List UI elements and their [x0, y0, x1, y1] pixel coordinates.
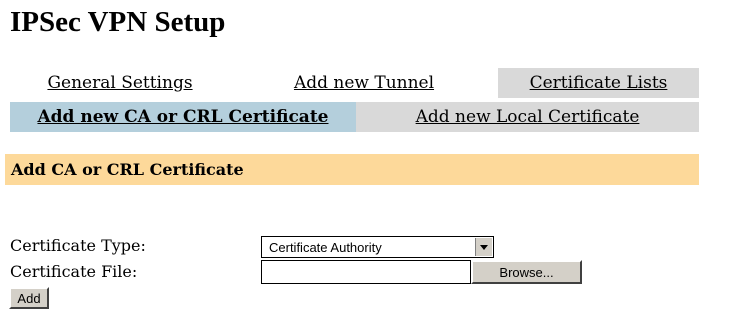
- tab-add-new-tunnel[interactable]: Add new Tunnel: [230, 68, 498, 98]
- tab-certificate-lists-link[interactable]: Certificate Lists: [530, 73, 668, 93]
- certificate-file-label: Certificate File:: [10, 262, 138, 281]
- dropdown-arrow-icon[interactable]: [475, 238, 492, 256]
- browse-button[interactable]: Browse...: [471, 260, 582, 284]
- certificate-file-input[interactable]: [261, 260, 471, 284]
- subtab-add-local-cert[interactable]: Add new Local Certificate: [356, 102, 699, 132]
- certificate-type-select[interactable]: Certificate Authority: [261, 236, 494, 258]
- tab-general-settings-link[interactable]: General Settings: [47, 73, 192, 93]
- tab-add-new-tunnel-link[interactable]: Add new Tunnel: [294, 73, 434, 93]
- sub-tab-bar: Add new CA or CRL Certificate Add new Lo…: [10, 102, 699, 132]
- certificate-type-label: Certificate Type:: [10, 236, 146, 255]
- subtab-add-ca-crl[interactable]: Add new CA or CRL Certificate: [10, 102, 356, 132]
- certificate-type-value: Certificate Authority: [269, 239, 382, 255]
- tab-certificate-lists[interactable]: Certificate Lists: [498, 68, 699, 98]
- tab-general-settings[interactable]: General Settings: [10, 68, 230, 98]
- subtab-add-local-cert-link[interactable]: Add new Local Certificate: [416, 107, 640, 127]
- section-header: Add CA or CRL Certificate: [5, 154, 699, 185]
- subtab-add-ca-crl-link[interactable]: Add new CA or CRL Certificate: [37, 107, 328, 127]
- page-title: IPSec VPN Setup: [10, 6, 226, 38]
- add-button[interactable]: Add: [9, 287, 49, 309]
- section-title: Add CA or CRL Certificate: [11, 160, 244, 179]
- main-tab-bar: General Settings Add new Tunnel Certific…: [10, 68, 699, 98]
